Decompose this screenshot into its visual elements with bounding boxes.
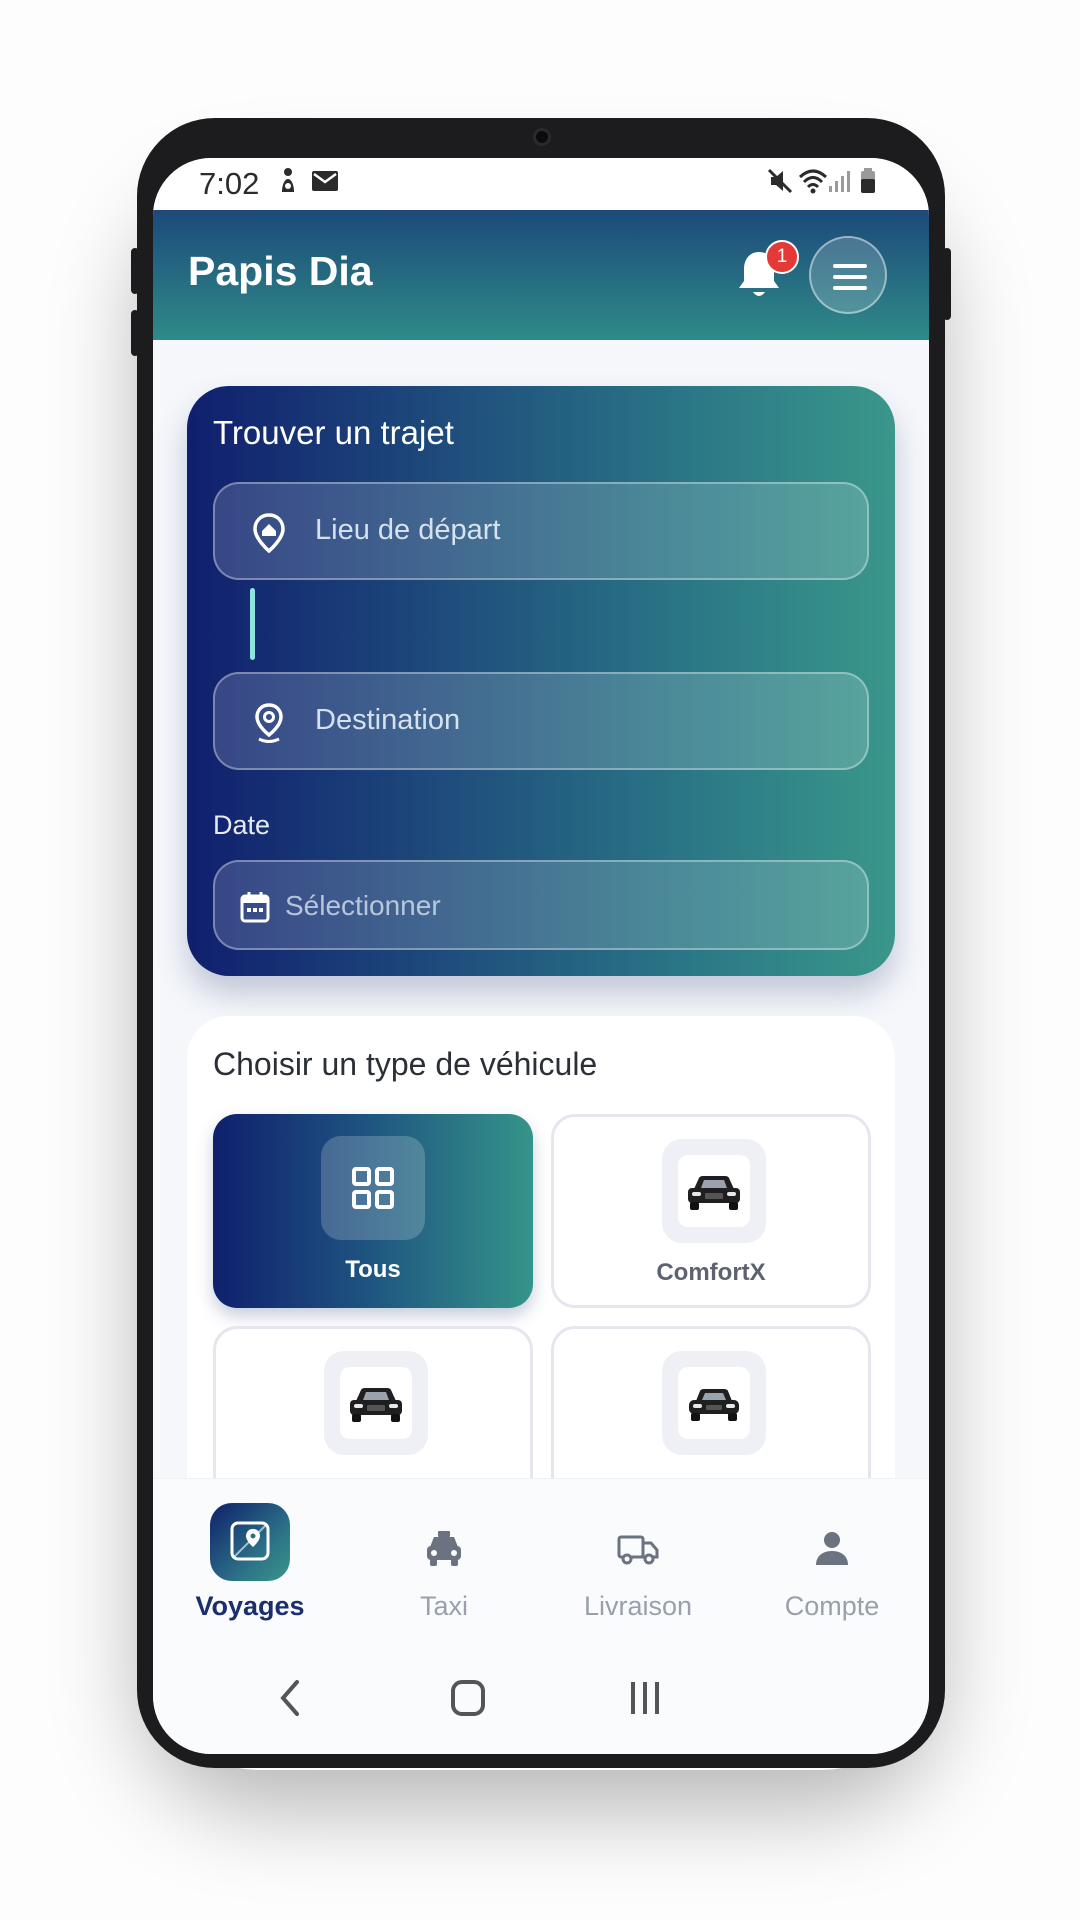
departure-placeholder: Lieu de départ xyxy=(315,514,501,546)
find-trip-card: Trouver un trajet Lieu de départ Destina… xyxy=(187,386,895,976)
nav-label: Livraison xyxy=(583,1591,693,1621)
status-time: 7:02 xyxy=(199,166,260,201)
menu-button[interactable] xyxy=(809,236,887,314)
wifi-icon xyxy=(798,169,828,194)
screen: 7:02 Papis Dia 1 Trouver un trajet Lieu … xyxy=(153,158,929,1754)
nav-taxi[interactable]: Taxi xyxy=(347,1479,541,1649)
vehicle-type-title: Choisir un type de véhicule xyxy=(213,1046,598,1082)
back-icon[interactable] xyxy=(275,1676,305,1720)
signal-icon xyxy=(829,171,850,192)
destination-placeholder: Destination xyxy=(315,704,461,736)
notification-badge: 1 xyxy=(765,240,799,274)
vehicle-type-label: ComfortX xyxy=(656,1259,766,1286)
system-navigation-bar xyxy=(153,1648,929,1754)
grid-icon xyxy=(352,1167,394,1209)
nav-label: Taxi xyxy=(419,1591,468,1621)
vehicle-thumb xyxy=(662,1139,766,1243)
recents-icon[interactable] xyxy=(625,1676,665,1720)
vehicle-type-comfortx[interactable]: ComfortX xyxy=(551,1114,871,1308)
bottom-navigation: Voyages Taxi Livraison Compte xyxy=(153,1478,929,1648)
vehicle-image-frame xyxy=(340,1367,412,1439)
route-connector xyxy=(250,588,255,660)
menu-icon xyxy=(833,264,867,268)
accessibility-icon xyxy=(282,168,294,192)
side-button-left-1 xyxy=(131,248,139,294)
phone-frame: 7:02 Papis Dia 1 Trouver un trajet Lieu … xyxy=(131,118,951,1768)
battery-icon xyxy=(861,168,875,193)
date-placeholder: Sélectionner xyxy=(285,890,441,921)
nav-label: Compte xyxy=(784,1591,880,1621)
front-camera xyxy=(533,128,551,146)
mute-icon xyxy=(767,168,793,194)
date-field[interactable]: Sélectionner xyxy=(213,860,869,950)
person-icon xyxy=(816,1532,848,1565)
menu-icon-line xyxy=(833,275,867,279)
nav-label: Voyages xyxy=(195,1591,305,1621)
vehicle-image-frame xyxy=(678,1155,750,1227)
vehicle-thumb xyxy=(324,1351,428,1455)
nav-compte[interactable]: Compte xyxy=(735,1479,929,1649)
vehicle-image-frame xyxy=(678,1367,750,1439)
taxi-icon xyxy=(427,1531,461,1566)
truck-icon xyxy=(617,1535,659,1565)
vehicle-thumb xyxy=(321,1136,425,1240)
destination-field[interactable]: Destination xyxy=(213,672,869,770)
car-front-icon xyxy=(688,1176,740,1210)
status-bar: 7:02 xyxy=(153,158,929,210)
side-button-right xyxy=(943,248,951,320)
departure-field[interactable]: Lieu de départ xyxy=(213,482,869,580)
vehicle-thumb xyxy=(662,1351,766,1455)
car-front-icon xyxy=(689,1389,739,1421)
find-trip-title: Trouver un trajet xyxy=(213,414,454,451)
map-pin-icon xyxy=(230,1521,270,1561)
user-name: Papis Dia xyxy=(188,248,373,294)
nav-voyages[interactable]: Voyages xyxy=(153,1479,347,1649)
location-home-icon xyxy=(253,513,285,554)
car-front-icon xyxy=(350,1388,402,1422)
location-pin-icon xyxy=(255,703,283,743)
mail-icon xyxy=(312,171,338,191)
home-icon[interactable] xyxy=(449,1678,487,1718)
menu-icon-line xyxy=(833,286,867,290)
vehicle-type-label: Tous xyxy=(345,1256,401,1283)
nav-livraison[interactable]: Livraison xyxy=(541,1479,735,1649)
side-button-left-2 xyxy=(131,310,139,356)
calendar-icon xyxy=(240,892,270,923)
date-label: Date xyxy=(213,810,271,840)
vehicle-type-tous[interactable]: Tous xyxy=(213,1114,533,1308)
stage: 7:02 Papis Dia 1 Trouver un trajet Lieu … xyxy=(0,0,1080,1920)
app-header: Papis Dia 1 xyxy=(153,210,929,340)
vehicle-type-card: Choisir un type de véhicule Tous Comfort… xyxy=(187,1016,895,1536)
